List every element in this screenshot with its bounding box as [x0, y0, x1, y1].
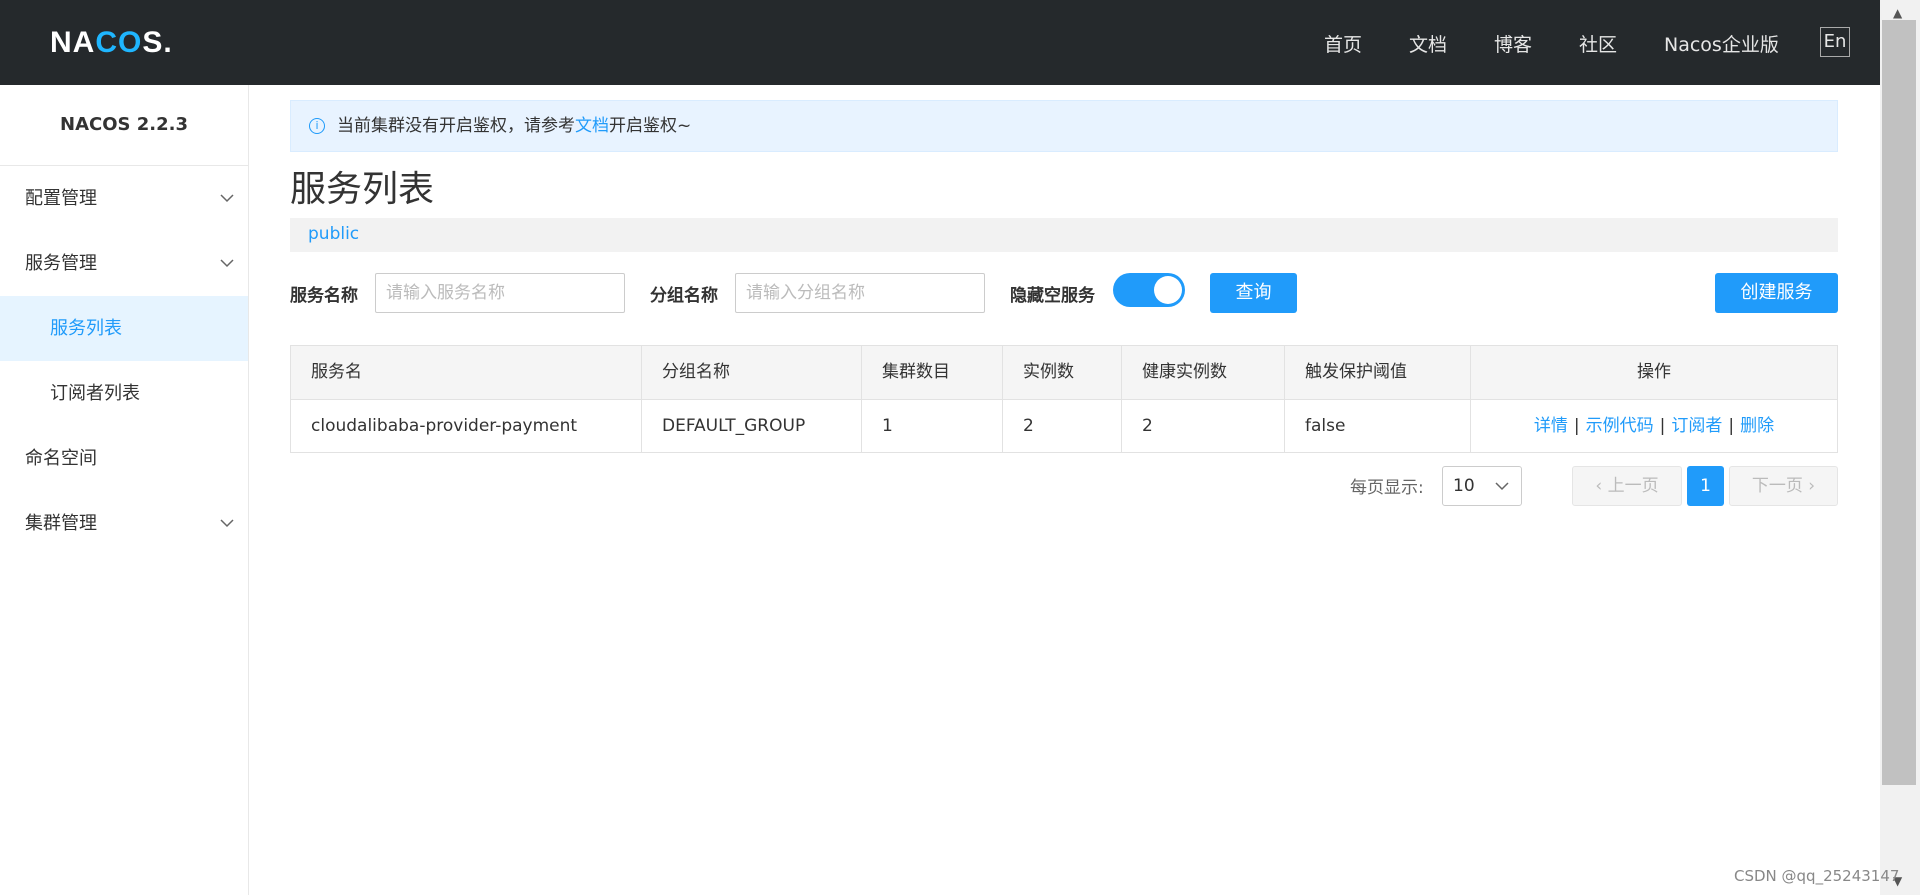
header-cell: 集群数目: [862, 346, 1003, 399]
detail-link[interactable]: 详情: [1534, 416, 1568, 436]
next-page-button[interactable]: 下一页 ›: [1729, 466, 1838, 506]
healthy-instance-count-cell: 2: [1122, 400, 1285, 452]
service-name-label: 服务名称: [290, 286, 358, 306]
sidebar-item-subscriber-list[interactable]: 订阅者列表: [0, 361, 248, 426]
nav-blog[interactable]: 博客: [1494, 30, 1532, 57]
instance-count-cell: 2: [1003, 400, 1122, 452]
header-cell: 触发保护阈值: [1285, 346, 1471, 399]
nav-community[interactable]: 社区: [1579, 30, 1617, 57]
chevron-right-icon: ›: [1802, 476, 1816, 496]
group-name-cell: DEFAULT_GROUP: [642, 400, 862, 452]
sidebar-item-label: 配置管理: [25, 188, 97, 209]
toggle-knob: [1154, 276, 1182, 304]
table-row: cloudalibaba-provider-payment DEFAULT_GR…: [291, 400, 1837, 452]
create-service-button[interactable]: 创建服务: [1715, 273, 1838, 313]
delete-link[interactable]: 删除: [1740, 416, 1774, 436]
sidebar-item-cluster-management[interactable]: 集群管理: [0, 491, 248, 556]
header-cell: 服务名: [291, 346, 642, 399]
service-table: 服务名 分组名称 集群数目 实例数 健康实例数 触发保护阈值 操作 clouda…: [290, 345, 1838, 453]
page-title: 服务列表: [290, 169, 435, 210]
subscriber-link[interactable]: 订阅者: [1671, 416, 1722, 436]
hide-empty-toggle[interactable]: [1113, 273, 1185, 307]
sidebar-menu: 配置管理 服务管理 服务列表 订阅者列表 命名空间 集群管理: [0, 166, 248, 556]
language-switch-button[interactable]: En: [1820, 27, 1850, 57]
version-label: NACOS 2.2.3: [0, 85, 248, 166]
service-name-cell: cloudalibaba-provider-payment: [291, 400, 642, 452]
prev-page-button[interactable]: ‹ 上一页: [1572, 466, 1682, 506]
operations-cell: 详情 | 示例代码 | 订阅者 | 删除: [1471, 400, 1837, 452]
per-page-select[interactable]: 10: [1442, 466, 1522, 506]
chevron-down-icon: [220, 491, 234, 585]
nav-enterprise[interactable]: Nacos企业版: [1664, 30, 1779, 57]
page-number-button[interactable]: 1: [1687, 466, 1724, 506]
separator: |: [1659, 416, 1666, 436]
sidebar-item-namespace[interactable]: 命名空间: [0, 426, 248, 491]
sidebar-item-service-management[interactable]: 服务管理: [0, 231, 248, 296]
auth-alert: i 当前集群没有开启鉴权，请参考文档开启鉴权~: [290, 100, 1838, 152]
sample-code-link[interactable]: 示例代码: [1586, 416, 1654, 436]
sidebar-item-label: 命名空间: [25, 448, 97, 469]
top-bar: NACOS. 首页 文档 博客 社区 Nacos企业版 En: [0, 0, 1880, 85]
header-cell: 操作: [1637, 362, 1671, 382]
group-name-input[interactable]: [735, 273, 985, 313]
cluster-count-cell: 1: [862, 400, 1003, 452]
sidebar-item-label: 服务列表: [50, 318, 122, 339]
page-scrollbar[interactable]: ▲ ▼: [1880, 0, 1920, 895]
scroll-thumb[interactable]: [1882, 20, 1916, 785]
namespace-bar: public: [290, 218, 1838, 252]
query-button[interactable]: 查询: [1210, 273, 1297, 313]
alert-text: 当前集群没有开启鉴权，请参考文档开启鉴权~: [337, 116, 692, 136]
service-name-input[interactable]: [375, 273, 625, 313]
header-cell: 健康实例数: [1122, 346, 1285, 399]
protect-threshold-cell: false: [1285, 400, 1471, 452]
chevron-left-icon: ‹: [1595, 476, 1608, 496]
nav-docs[interactable]: 文档: [1409, 30, 1447, 57]
sidebar-item-service-list[interactable]: 服务列表: [0, 296, 248, 361]
sidebar-item-label: 订阅者列表: [50, 383, 140, 404]
sidebar: NACOS 2.2.3 配置管理 服务管理 服务列表 订阅者列表 命名空间 集群…: [0, 85, 249, 895]
header-cell: 实例数: [1003, 346, 1122, 399]
namespace-public-link[interactable]: public: [308, 224, 359, 244]
alert-docs-link[interactable]: 文档: [575, 116, 609, 136]
header-cell: 分组名称: [642, 346, 862, 399]
scroll-up-arrow-icon[interactable]: ▲: [1893, 6, 1902, 20]
info-icon: i: [309, 118, 325, 134]
sidebar-item-label: 服务管理: [25, 253, 97, 274]
separator: |: [1573, 416, 1580, 436]
sidebar-item-config-management[interactable]: 配置管理: [0, 166, 248, 231]
nacos-logo[interactable]: NACOS.: [50, 26, 173, 60]
chevron-down-icon: [1495, 467, 1509, 521]
sidebar-item-label: 集群管理: [25, 513, 97, 534]
hide-empty-label: 隐藏空服务: [1010, 286, 1095, 306]
separator: |: [1728, 416, 1735, 436]
per-page-value: 10: [1453, 476, 1475, 496]
watermark: CSDN @qq_25243147: [1734, 867, 1900, 885]
group-name-label: 分组名称: [650, 286, 718, 306]
nav-home[interactable]: 首页: [1324, 30, 1362, 57]
table-header-row: 服务名 分组名称 集群数目 实例数 健康实例数 触发保护阈值 操作: [291, 346, 1837, 400]
per-page-label: 每页显示:: [1350, 478, 1424, 498]
